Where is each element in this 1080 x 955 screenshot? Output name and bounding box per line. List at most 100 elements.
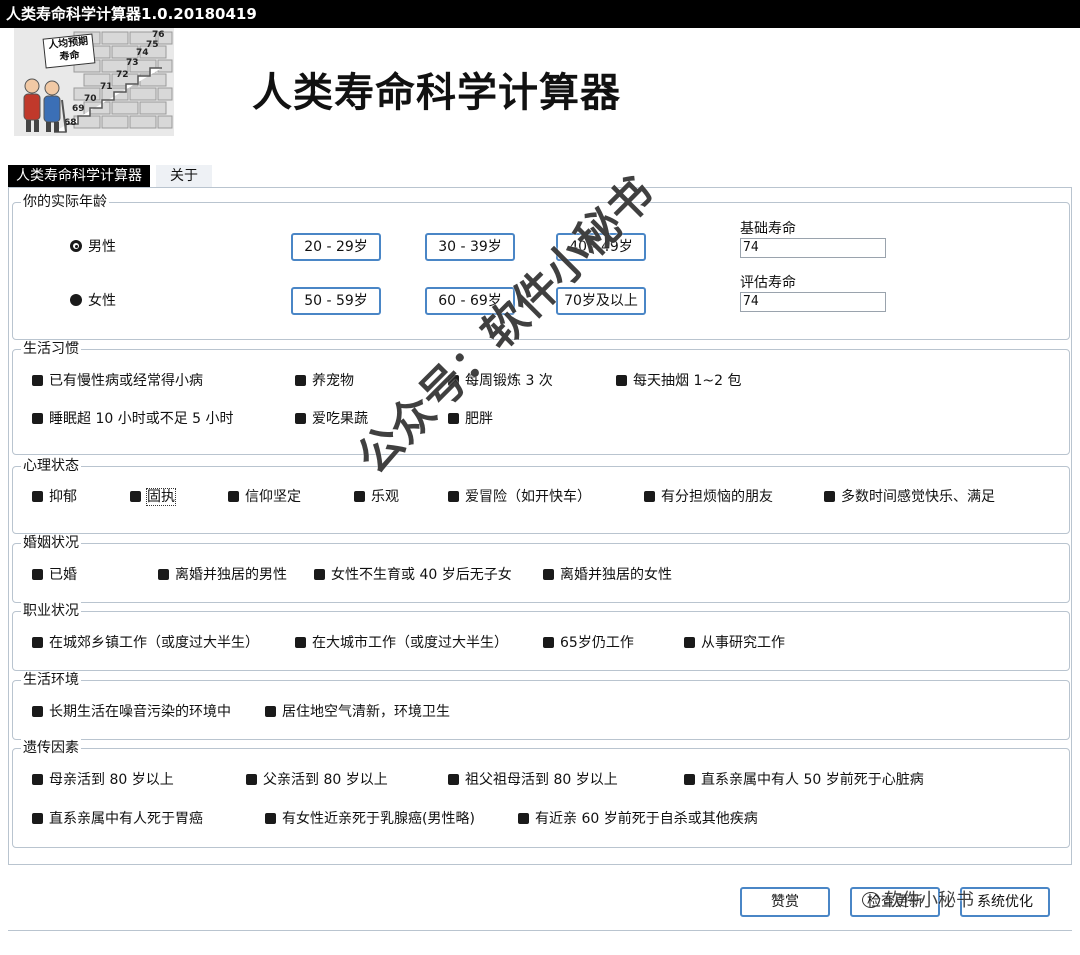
checkbox-smoking[interactable]: 每天抽烟 1~2 包: [616, 372, 741, 390]
checkbox-label: 在城郊乡镇工作（或度过大半生）: [49, 635, 259, 651]
checkbox-icon: [314, 569, 325, 580]
checkbox-label: 居住地空气清新，环境卫生: [282, 704, 450, 720]
checkbox-label: 爱冒险（如开快车）: [465, 489, 591, 505]
checkbox-label: 65岁仍工作: [560, 635, 634, 651]
logo-number: 72: [116, 70, 129, 80]
checkbox-icon: [543, 637, 554, 648]
checkbox-label: 女性不生育或 40 岁后无子女: [331, 567, 512, 583]
checkbox-clean-air[interactable]: 居住地空气清新，环境卫生: [265, 703, 450, 721]
checkbox-icon: [295, 375, 306, 386]
age-button-70-plus[interactable]: 70岁及以上: [556, 287, 646, 315]
checkbox-label: 爱吃果蔬: [312, 411, 368, 427]
checkbox-divorced-female[interactable]: 离婚并独居的女性: [543, 566, 672, 584]
window-title: 人类寿命科学计算器1.0.20180419: [6, 5, 257, 23]
radio-female[interactable]: 女性: [70, 292, 116, 310]
checkbox-label: 在大城市工作（或度过大半生）: [312, 635, 508, 651]
tab-calculator[interactable]: 人类寿命科学计算器: [8, 165, 150, 187]
logo-number: 70: [84, 94, 97, 104]
group-title: 生活环境: [21, 671, 81, 689]
group-age: 你的实际年龄: [12, 193, 1070, 340]
checkbox-label: 离婚并独居的男性: [175, 567, 287, 583]
window-title-bar: 人类寿命科学计算器1.0.20180419: [0, 0, 1080, 28]
checkbox-label: 父亲活到 80 岁以上: [263, 772, 388, 788]
checkbox-depression[interactable]: 抑郁: [32, 488, 77, 506]
checkbox-icon: [295, 413, 306, 424]
checkbox-label: 养宠物: [312, 373, 354, 389]
checkbox-icon: [448, 491, 459, 502]
checkbox-icon: [824, 491, 835, 502]
checkbox-sleep[interactable]: 睡眠超 10 小时或不足 5 小时: [32, 410, 234, 428]
check-update-button[interactable]: 检查更新: [850, 887, 940, 917]
checkbox-no-children[interactable]: 女性不生育或 40 岁后无子女: [314, 566, 512, 584]
radio-male[interactable]: 男性: [70, 238, 116, 256]
checkbox-label: 有近亲 60 岁前死于自杀或其他疾病: [535, 811, 758, 827]
checkbox-label: 乐观: [371, 489, 399, 505]
checkbox-fruit-veg[interactable]: 爱吃果蔬: [295, 410, 368, 428]
checkbox-divorced-male[interactable]: 离婚并独居的男性: [158, 566, 287, 584]
checkbox-icon: [158, 569, 169, 580]
checkbox-icon: [448, 774, 459, 785]
checkbox-stomach-cancer[interactable]: 直系亲属中有人死于胃癌: [32, 810, 203, 828]
checkbox-pets[interactable]: 养宠物: [295, 372, 354, 390]
checkbox-icon: [32, 569, 43, 580]
checkbox-icon: [32, 491, 43, 502]
age-button-30-39[interactable]: 30 - 39岁: [425, 233, 515, 261]
age-button-40-49[interactable]: 40 - 49岁: [556, 233, 646, 261]
checkbox-icon: [32, 774, 43, 785]
group-title: 遗传因素: [21, 739, 81, 757]
checkbox-stubborn[interactable]: 固执: [130, 488, 176, 506]
checkbox-suburb-work[interactable]: 在城郊乡镇工作（或度过大半生）: [32, 634, 259, 652]
age-button-20-29[interactable]: 20 - 29岁: [291, 233, 381, 261]
checkbox-label: 长期生活在噪音污染的环境中: [49, 704, 231, 720]
group-title: 职业状况: [21, 602, 81, 620]
base-lifespan-field[interactable]: 74: [740, 238, 886, 258]
checkbox-icon: [246, 774, 257, 785]
elderly-couple-icon: [23, 78, 67, 133]
checkbox-label: 抑郁: [49, 489, 77, 505]
checkbox-heart-disease[interactable]: 直系亲属中有人 50 岁前死于心脏病: [684, 771, 924, 789]
age-button-60-69[interactable]: 60 - 69岁: [425, 287, 515, 315]
logo-number: 74: [136, 48, 149, 58]
checkbox-friends[interactable]: 有分担烦恼的朋友: [644, 488, 773, 506]
checkbox-grandparents-80[interactable]: 祖父祖母活到 80 岁以上: [448, 771, 618, 789]
checkbox-icon: [32, 413, 43, 424]
tab-about[interactable]: 关于: [156, 165, 212, 187]
checkbox-icon: [448, 413, 459, 424]
checkbox-exercise[interactable]: 每周锻炼 3 次: [448, 372, 553, 390]
checkbox-chronic-illness[interactable]: 已有慢性病或经常得小病: [32, 372, 203, 390]
logo-sign: 人均预期 寿命: [42, 33, 96, 69]
checkbox-happy[interactable]: 多数时间感觉快乐、满足: [824, 488, 995, 506]
checkbox-label: 固执: [146, 488, 176, 506]
checkbox-married[interactable]: 已婚: [32, 566, 77, 584]
checkbox-label: 每天抽烟 1~2 包: [633, 373, 742, 389]
checkbox-working-65[interactable]: 65岁仍工作: [543, 634, 634, 652]
checkbox-icon: [616, 375, 627, 386]
checkbox-city-work[interactable]: 在大城市工作（或度过大半生）: [295, 634, 508, 652]
system-optimize-button[interactable]: 系统优化: [960, 887, 1050, 917]
checkbox-mother-80[interactable]: 母亲活到 80 岁以上: [32, 771, 174, 789]
checkbox-faith[interactable]: 信仰坚定: [228, 488, 301, 506]
donate-button[interactable]: 赞赏: [740, 887, 830, 917]
logo-number: 76: [152, 30, 165, 40]
checkbox-icon: [32, 813, 43, 824]
radio-label: 男性: [88, 239, 116, 255]
group-title: 你的实际年龄: [21, 193, 109, 211]
checkbox-noise[interactable]: 长期生活在噪音污染的环境中: [32, 703, 231, 721]
checkbox-early-death[interactable]: 有近亲 60 岁前死于自杀或其他疾病: [518, 810, 758, 828]
checkbox-icon: [32, 706, 43, 717]
group-title: 婚姻状况: [21, 534, 81, 552]
checkbox-research[interactable]: 从事研究工作: [684, 634, 785, 652]
checkbox-father-80[interactable]: 父亲活到 80 岁以上: [246, 771, 388, 789]
checkbox-label: 肥胖: [465, 411, 493, 427]
checkbox-icon: [684, 774, 695, 785]
estimated-lifespan-field[interactable]: 74: [740, 292, 886, 312]
checkbox-obesity[interactable]: 肥胖: [448, 410, 493, 428]
checkbox-optimistic[interactable]: 乐观: [354, 488, 399, 506]
checkbox-breast-cancer[interactable]: 有女性近亲死于乳腺癌(男性略): [265, 810, 475, 828]
group-habits: 生活习惯: [12, 340, 1070, 455]
checkbox-icon: [684, 637, 695, 648]
age-button-50-59[interactable]: 50 - 59岁: [291, 287, 381, 315]
checkbox-adventure[interactable]: 爱冒险（如开快车）: [448, 488, 591, 506]
checkbox-label: 已有慢性病或经常得小病: [49, 373, 203, 389]
base-lifespan-label: 基础寿命: [740, 221, 796, 237]
